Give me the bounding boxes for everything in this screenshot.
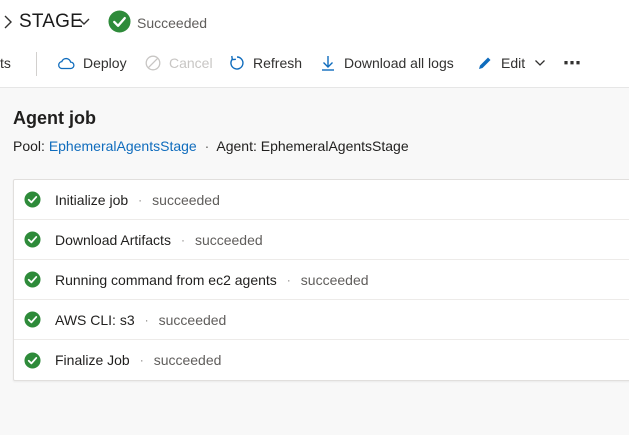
refresh-icon bbox=[230, 55, 244, 70]
job-steps-list: Initialize job · succeeded Download Arti… bbox=[13, 179, 629, 381]
step-row-running-command[interactable]: Running command from ec2 agents · succee… bbox=[14, 260, 629, 300]
step-separator: · bbox=[180, 232, 185, 247]
breadcrumb-chevron-icon bbox=[4, 15, 12, 29]
download-label: Download all logs bbox=[344, 55, 454, 71]
step-separator: · bbox=[144, 312, 149, 327]
agent-info: Agent: EphemeralAgentsStage bbox=[216, 138, 409, 154]
stage-header: STAGE Succeeded ts Deploy Cancel Refresh… bbox=[0, 0, 629, 88]
toolbar-partial-label: ts bbox=[0, 55, 11, 71]
more-icon: ⋯ bbox=[563, 52, 581, 73]
step-status: succeeded bbox=[153, 352, 222, 368]
deploy-label: Deploy bbox=[83, 55, 127, 71]
cloud-icon bbox=[58, 57, 75, 70]
toolbar-divider bbox=[36, 52, 37, 76]
step-separator: · bbox=[139, 353, 144, 367]
step-separator: · bbox=[286, 272, 291, 287]
cancel-icon bbox=[145, 55, 161, 71]
toolbar-partial-button[interactable]: ts bbox=[0, 46, 11, 80]
pool-label: Pool: bbox=[13, 138, 45, 154]
step-row-download-artifacts[interactable]: Download Artifacts · succeeded bbox=[14, 220, 629, 260]
success-check-icon bbox=[24, 351, 41, 369]
refresh-label: Refresh bbox=[253, 55, 303, 71]
step-name: Initialize job bbox=[55, 191, 129, 208]
step-status: succeeded bbox=[152, 191, 220, 208]
success-check-icon bbox=[108, 10, 131, 33]
success-check-icon bbox=[24, 311, 41, 328]
step-separator: · bbox=[138, 192, 143, 207]
download-logs-button[interactable]: Download all logs bbox=[320, 46, 454, 80]
step-status: succeeded bbox=[194, 231, 263, 248]
step-name: Download Artifacts bbox=[55, 231, 171, 248]
step-name: Finalize Job bbox=[55, 352, 130, 368]
download-icon bbox=[322, 56, 334, 71]
step-row-initialize-job[interactable]: Initialize job · succeeded bbox=[14, 180, 629, 220]
pool-link[interactable]: EphemeralAgentsStage bbox=[49, 138, 197, 154]
step-name: Running command from ec2 agents bbox=[55, 271, 277, 288]
pool-info: Pool: EphemeralAgentsStage · Agent: Ephe… bbox=[13, 138, 409, 154]
step-status: succeeded bbox=[300, 271, 369, 288]
step-row-aws-cli-s3[interactable]: AWS CLI: s3 · succeeded bbox=[14, 300, 629, 340]
stage-title: STAGE bbox=[19, 11, 83, 32]
chevron-down-icon[interactable] bbox=[77, 17, 91, 27]
edit-button[interactable]: Edit bbox=[477, 46, 546, 80]
step-status: succeeded bbox=[158, 311, 227, 328]
edit-label: Edit bbox=[501, 55, 526, 71]
step-row-finalize-job[interactable]: Finalize Job · succeeded bbox=[14, 340, 629, 380]
step-name: AWS CLI: s3 bbox=[55, 311, 135, 328]
success-check-icon bbox=[24, 231, 41, 248]
status-badge: Succeeded bbox=[137, 15, 208, 31]
cancel-button[interactable]: Cancel bbox=[145, 46, 213, 80]
cancel-label: Cancel bbox=[169, 55, 213, 71]
pencil-icon bbox=[479, 57, 491, 69]
success-check-icon bbox=[24, 271, 41, 288]
refresh-button[interactable]: Refresh bbox=[229, 46, 302, 80]
chevron-down-icon bbox=[535, 60, 546, 66]
more-actions-button[interactable]: ⋯ bbox=[563, 46, 581, 80]
toolbar: ts Deploy Cancel Refresh Download all lo… bbox=[0, 46, 629, 80]
deploy-button[interactable]: Deploy bbox=[57, 46, 127, 80]
success-check-icon bbox=[24, 191, 41, 208]
job-title: Agent job bbox=[13, 108, 96, 128]
pool-separator: · bbox=[204, 138, 210, 154]
